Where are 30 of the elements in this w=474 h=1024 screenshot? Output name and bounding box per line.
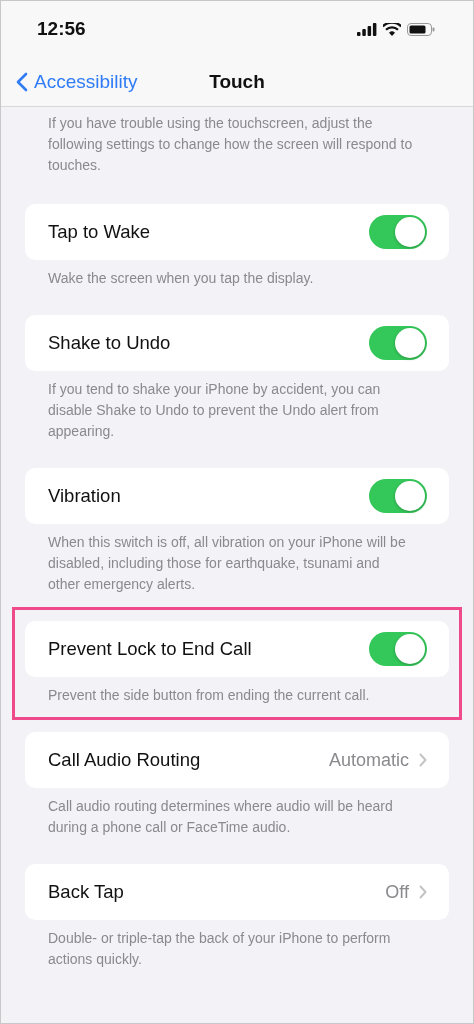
setting-row[interactable]: Back Tap Off [25, 864, 449, 920]
toggle-switch[interactable] [369, 479, 427, 513]
setting-footer: Wake the screen when you tap the display. [25, 260, 449, 289]
back-button[interactable]: Accessibility [1, 69, 144, 94]
page-title: Touch [209, 70, 265, 93]
setting-footer: When this switch is off, all vibration on your iPhone will be disabled, including those for earthquake, tsunami and other emergency alerts. [25, 524, 449, 595]
chevron-icon [419, 753, 427, 767]
status-time: 12:56 [37, 18, 86, 40]
toggle-switch[interactable] [369, 215, 427, 249]
setting-value: Automatic [328, 749, 409, 771]
intro-text: If you have trouble using the touchscreen, adjust the following settings to change how the screen will respond to touches. [47, 114, 414, 175]
toggle-switch[interactable] [369, 326, 427, 360]
wifi-icon [383, 22, 401, 36]
setting-label: Vibration [48, 485, 121, 507]
setting-footer: If you tend to shake your iPhone by accident, you can disable Shake to Undo to prevent the Undo alert from appearing. [25, 371, 449, 442]
back-chevron-icon [16, 71, 28, 92]
setting-footer: Call audio routing determines where audio will be heard during a phone call or FaceTime audio. [25, 788, 449, 838]
setting-label: Prevent Lock to End Call [48, 638, 252, 660]
setting-label: Back Tap [48, 881, 124, 903]
chevron-icon [419, 885, 427, 899]
setting-value: Off [385, 881, 409, 903]
setting-footer: Double- or triple-tap the back of your iPhone to perform actions quickly. [25, 920, 449, 970]
toggle-switch[interactable] [369, 632, 427, 666]
setting-footer: Prevent the side button from ending the current call. [25, 677, 449, 706]
setting-row[interactable]: Call Audio Routing Automatic [25, 732, 449, 788]
setting-label: Call Audio Routing [48, 749, 201, 771]
setting-label: Tap to Wake [48, 221, 151, 243]
signal-icon [357, 22, 377, 36]
setting-label: Shake to Undo [48, 332, 171, 354]
battery-icon [407, 22, 435, 36]
